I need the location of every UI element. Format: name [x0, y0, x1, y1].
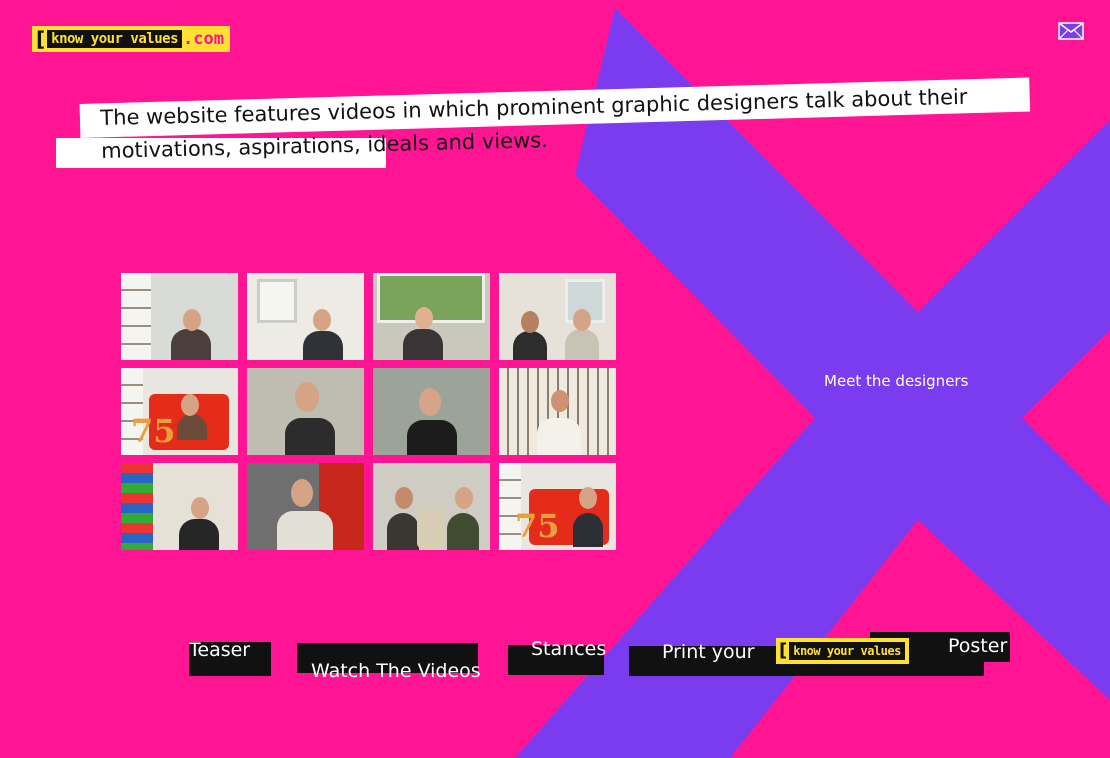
video-thumbnail[interactable] — [373, 463, 490, 550]
print-poster-suffix[interactable]: Poster — [948, 635, 1007, 657]
video-thumbnail[interactable] — [121, 463, 238, 550]
video-thumbnail[interactable]: 75 — [121, 368, 238, 455]
video-thumbnail[interactable]: 75 — [499, 463, 616, 550]
logo-bracket: [ — [36, 27, 46, 51]
print-poster-logo[interactable]: [ know your values — [776, 638, 909, 664]
envelope-icon[interactable] — [1058, 22, 1084, 40]
logo-tag: know your values — [789, 642, 905, 660]
logo-tld: .com — [183, 29, 224, 49]
video-thumbnail[interactable] — [247, 273, 364, 360]
watch-videos-link[interactable]: Watch The Videos — [311, 660, 481, 682]
video-thumbnail[interactable] — [499, 368, 616, 455]
stances-link[interactable]: Stances — [531, 638, 606, 660]
site-logo[interactable]: [ know your values .com — [32, 26, 230, 52]
video-thumbnail[interactable] — [373, 368, 490, 455]
video-thumbnail[interactable] — [373, 273, 490, 360]
video-thumbnail[interactable] — [247, 368, 364, 455]
print-poster-prefix[interactable]: Print your — [662, 641, 754, 663]
logo-tag: know your values — [47, 30, 182, 48]
video-thumbnail[interactable] — [247, 463, 364, 550]
teaser-link[interactable]: Teaser — [189, 639, 250, 661]
designer-video-grid: 75 75 — [121, 273, 616, 550]
meet-the-designers-link[interactable]: Meet the designers — [824, 372, 968, 390]
video-thumbnail[interactable] — [121, 273, 238, 360]
video-thumbnail[interactable] — [499, 273, 616, 360]
logo-bracket: [ — [779, 640, 788, 661]
